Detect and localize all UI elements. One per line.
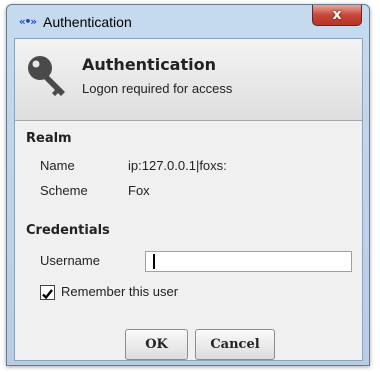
username-input[interactable]: [145, 251, 352, 272]
dialog-body: Authentication Logon required for access…: [14, 38, 363, 361]
window-title: Authentication: [43, 14, 132, 30]
credentials-section-label: Credentials: [26, 223, 110, 238]
cancel-button[interactable]: Cancel: [195, 329, 275, 360]
remember-label[interactable]: Remember this user: [61, 284, 178, 299]
close-button[interactable]: x: [312, 5, 362, 26]
realm-scheme-label: Scheme: [40, 183, 88, 198]
ok-button[interactable]: OK: [125, 329, 188, 360]
realm-name-value: ip:127.0.0.1|foxs:: [128, 158, 227, 173]
title-bar[interactable]: «•» Authentication x: [7, 5, 369, 39]
remember-checkbox[interactable]: [40, 285, 55, 300]
header-title: Authentication: [82, 55, 216, 74]
checkmark-icon: [42, 289, 53, 300]
key-icon: [28, 56, 65, 96]
app-logo-icon: «•»: [19, 15, 37, 28]
realm-name-label: Name: [40, 158, 75, 173]
auth-dialog-window: «•» Authentication x Authentication Logo…: [6, 4, 370, 366]
close-icon: x: [332, 7, 342, 23]
text-caret: [153, 254, 155, 269]
realm-section-label: Realm: [26, 131, 72, 146]
username-label: Username: [40, 253, 100, 268]
realm-scheme-value: Fox: [128, 183, 150, 198]
header-subtitle: Logon required for access: [82, 81, 233, 96]
dialog-header: Authentication Logon required for access: [15, 39, 362, 121]
